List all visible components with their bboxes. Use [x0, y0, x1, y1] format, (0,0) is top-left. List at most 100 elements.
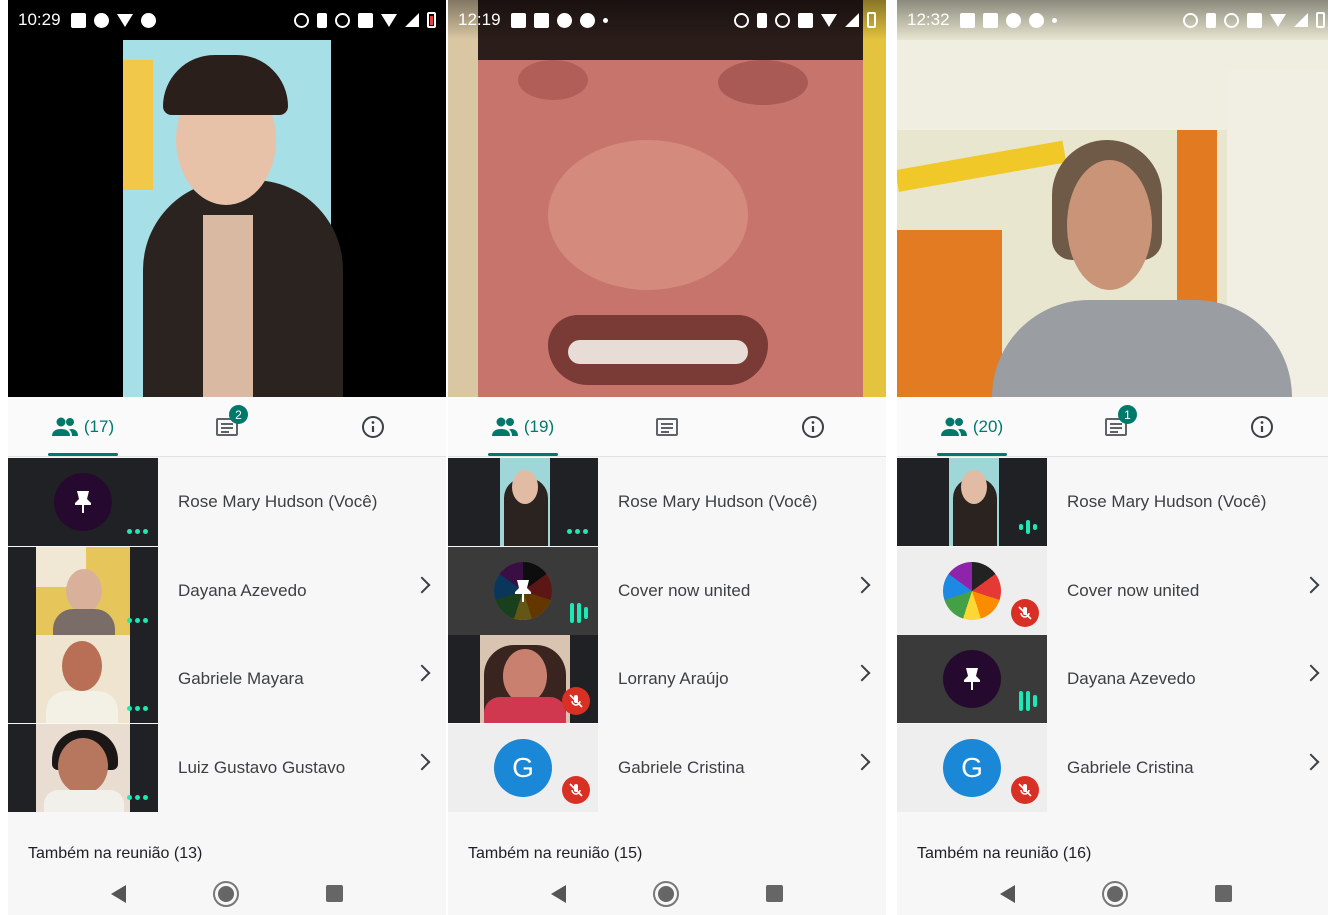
audio-dots-icon [127, 706, 148, 712]
chevron-right-icon[interactable] [853, 576, 871, 593]
more-notifications-icon [602, 17, 608, 23]
participant-name: Rose Mary Hudson (Você) [1067, 492, 1267, 512]
volte-icon [798, 12, 813, 28]
list-item[interactable]: Cover now united [448, 546, 886, 636]
tab-indicator [48, 453, 118, 456]
participant-name: Rose Mary Hudson (Você) [178, 492, 378, 512]
participant-tile: G [897, 723, 1047, 812]
android-navbar [8, 872, 446, 915]
participant-tile [897, 458, 1047, 547]
nav-home-icon[interactable] [652, 880, 679, 907]
participant-name: Cover now united [618, 580, 751, 600]
chevron-right-icon[interactable] [1302, 753, 1320, 770]
tab-chat[interactable]: 2 [203, 397, 253, 457]
tab-info[interactable] [1242, 397, 1282, 457]
vibrate-icon [757, 12, 767, 28]
list-item[interactable]: Cover now united [897, 546, 1328, 636]
list-item[interactable]: Dayana Azevedo [897, 635, 1328, 724]
tab-people[interactable]: (19) [478, 397, 568, 457]
list-item[interactable]: Rose Mary Hudson (Você) [8, 458, 446, 547]
main-video[interactable]: 10:29 [8, 0, 446, 397]
nav-back-icon[interactable] [551, 884, 567, 903]
list-item[interactable]: Lorrany Araújo [448, 635, 886, 724]
android-navbar [897, 872, 1328, 915]
warning-icon [116, 13, 133, 27]
list-item[interactable]: G Gabriele Cristina [897, 723, 1328, 813]
list-item[interactable]: Gabriele Mayara [8, 635, 446, 724]
main-video[interactable]: 12:32 [897, 0, 1328, 397]
whatsapp-icon [1005, 12, 1021, 28]
participant-tile [8, 723, 158, 812]
audio-dots-icon [127, 617, 148, 623]
nav-back-icon[interactable] [111, 884, 127, 903]
mic-off-icon [562, 775, 590, 804]
participant-tile [448, 458, 598, 547]
chevron-right-icon[interactable] [853, 753, 871, 770]
audio-dots-icon [127, 529, 148, 535]
tab-indicator [937, 453, 1007, 456]
tab-people[interactable]: (20) [927, 397, 1017, 457]
messenger-icon [579, 12, 595, 28]
chevron-right-icon[interactable] [1302, 576, 1320, 593]
battery-icon [1316, 12, 1325, 28]
nav-recents-icon[interactable] [325, 885, 343, 902]
more-notifications-icon [1051, 17, 1057, 23]
list-item[interactable]: Rose Mary Hudson (Você) [897, 458, 1328, 547]
tab-chat[interactable] [643, 397, 693, 457]
nav-home-icon[interactable] [212, 880, 239, 907]
nav-recents-icon[interactable] [1214, 885, 1232, 902]
participant-name: Cover now united [1067, 580, 1200, 600]
news-icon [982, 12, 998, 28]
gallery-icon [959, 12, 975, 28]
participant-name: Rose Mary Hudson (Você) [618, 492, 818, 512]
participant-tile [8, 546, 158, 635]
chevron-right-icon[interactable] [413, 664, 431, 682]
speaking-icon [1019, 691, 1037, 712]
pin-icon [75, 491, 91, 514]
chat-badge: 2 [229, 405, 248, 424]
chevron-right-icon[interactable] [413, 576, 431, 593]
participant-tile [8, 635, 158, 724]
also-in-meeting-header: Também na reunião (15) [468, 845, 643, 862]
dnd-icon [1224, 12, 1239, 28]
also-in-meeting-header: Também na reunião (16) [917, 845, 1092, 862]
participant-tile [897, 635, 1047, 724]
alarm-icon [1183, 12, 1198, 28]
chat-badge: 1 [1118, 405, 1137, 424]
participant-tile [448, 635, 598, 724]
mic-off-icon [1011, 598, 1039, 627]
people-count: (17) [83, 417, 115, 436]
list-item[interactable]: Rose Mary Hudson (Você) [448, 458, 886, 547]
participant-name: Gabriele Mayara [178, 669, 304, 689]
nav-home-icon[interactable] [1101, 880, 1128, 907]
participant-name: Dayana Azevedo [178, 580, 307, 600]
participant-list: Rose Mary Hudson (Você) Cover now united… [897, 458, 1328, 812]
chevron-right-icon[interactable] [1302, 664, 1320, 682]
messenger-icon [93, 12, 109, 28]
audio-dots-icon [127, 794, 148, 800]
list-item[interactable]: G Gabriele Cristina [448, 723, 886, 813]
list-item[interactable]: Luiz Gustavo Gustavo [8, 723, 446, 813]
nav-recents-icon[interactable] [765, 885, 783, 902]
tab-people[interactable]: (17) [38, 397, 128, 457]
also-in-meeting-header: Também na reunião (13) [28, 845, 203, 862]
tab-bar: (20) 1 [897, 397, 1328, 457]
nav-back-icon[interactable] [1000, 884, 1016, 903]
status-bar: 12:32 [897, 0, 1328, 40]
tab-info[interactable] [793, 397, 833, 457]
chevron-right-icon[interactable] [853, 664, 871, 682]
list-item[interactable]: Dayana Azevedo [8, 546, 446, 636]
audio-dots-icon [567, 529, 588, 535]
people-icon [491, 417, 518, 436]
people-count: (19) [523, 417, 555, 436]
dnd-icon [335, 12, 350, 28]
tab-bar: (19) [448, 397, 886, 457]
participant-tile: G [448, 723, 598, 812]
tab-chat[interactable]: 1 [1092, 397, 1142, 457]
wifi-icon [381, 13, 397, 27]
tab-info[interactable] [353, 397, 393, 457]
participant-tile [448, 546, 598, 635]
chevron-right-icon[interactable] [413, 753, 431, 770]
avatar [54, 473, 112, 532]
main-video[interactable]: 12:19 [448, 0, 886, 397]
